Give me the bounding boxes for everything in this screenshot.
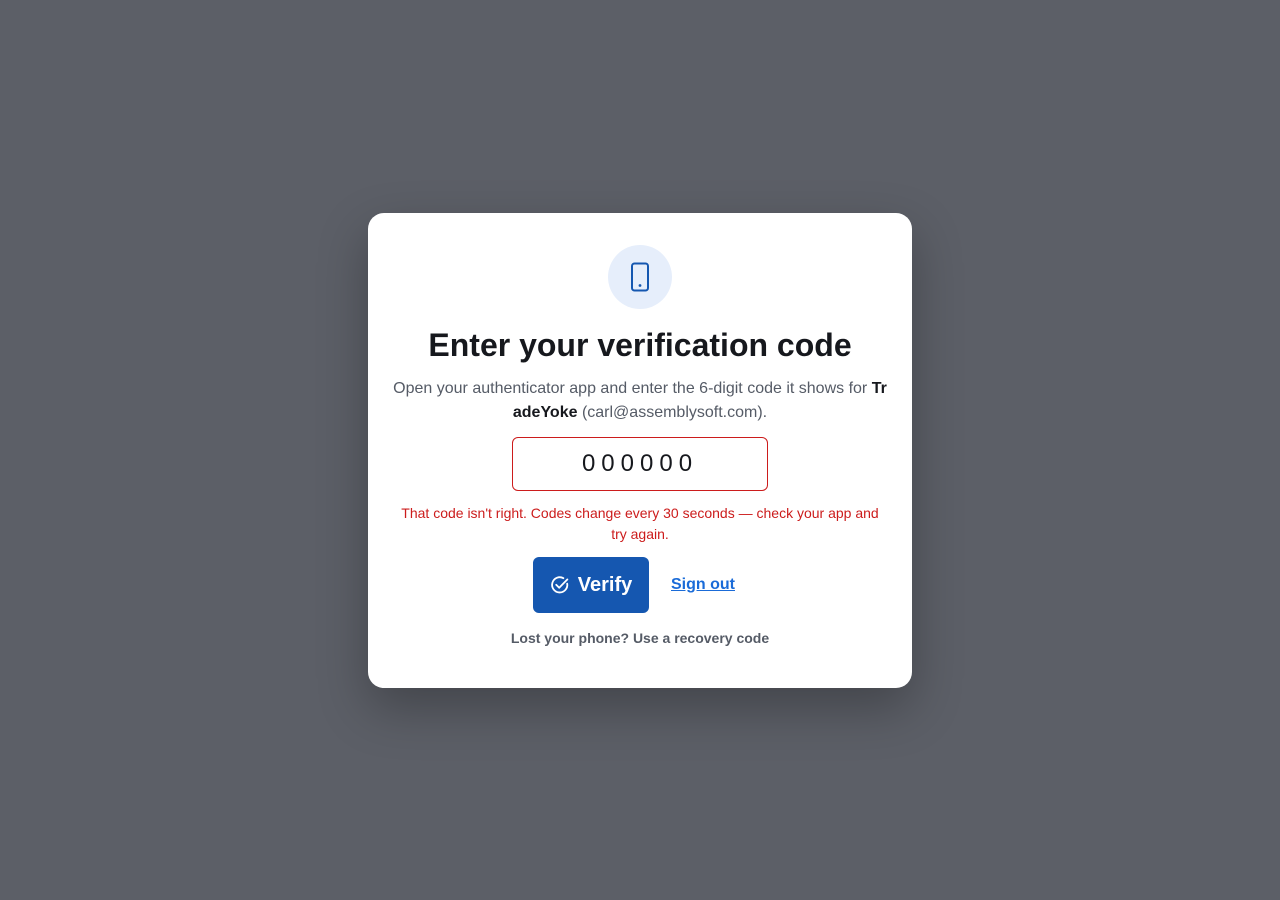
smartphone-icon	[608, 245, 672, 309]
verify-button[interactable]: Verify	[533, 557, 649, 613]
check-circle-icon	[550, 575, 570, 595]
verification-code-input[interactable]	[512, 437, 768, 491]
verification-dialog: Enter your verification code Open your a…	[368, 213, 912, 688]
instructions-text: Open your authenticator app and enter th…	[392, 377, 888, 425]
sign-out-link[interactable]: Sign out	[671, 573, 735, 597]
verify-button-label: Verify	[577, 573, 633, 596]
error-message: That code isn't right. Codes change ever…	[401, 505, 879, 542]
instructions-prefix: Open your authenticator app and enter th…	[393, 380, 872, 397]
page-title: Enter your verification code	[428, 327, 852, 363]
instructions-suffix: (carl@assemblysoft.com).	[577, 404, 768, 421]
recovery-code-link[interactable]: Lost your phone? Use a recovery code	[368, 629, 912, 647]
